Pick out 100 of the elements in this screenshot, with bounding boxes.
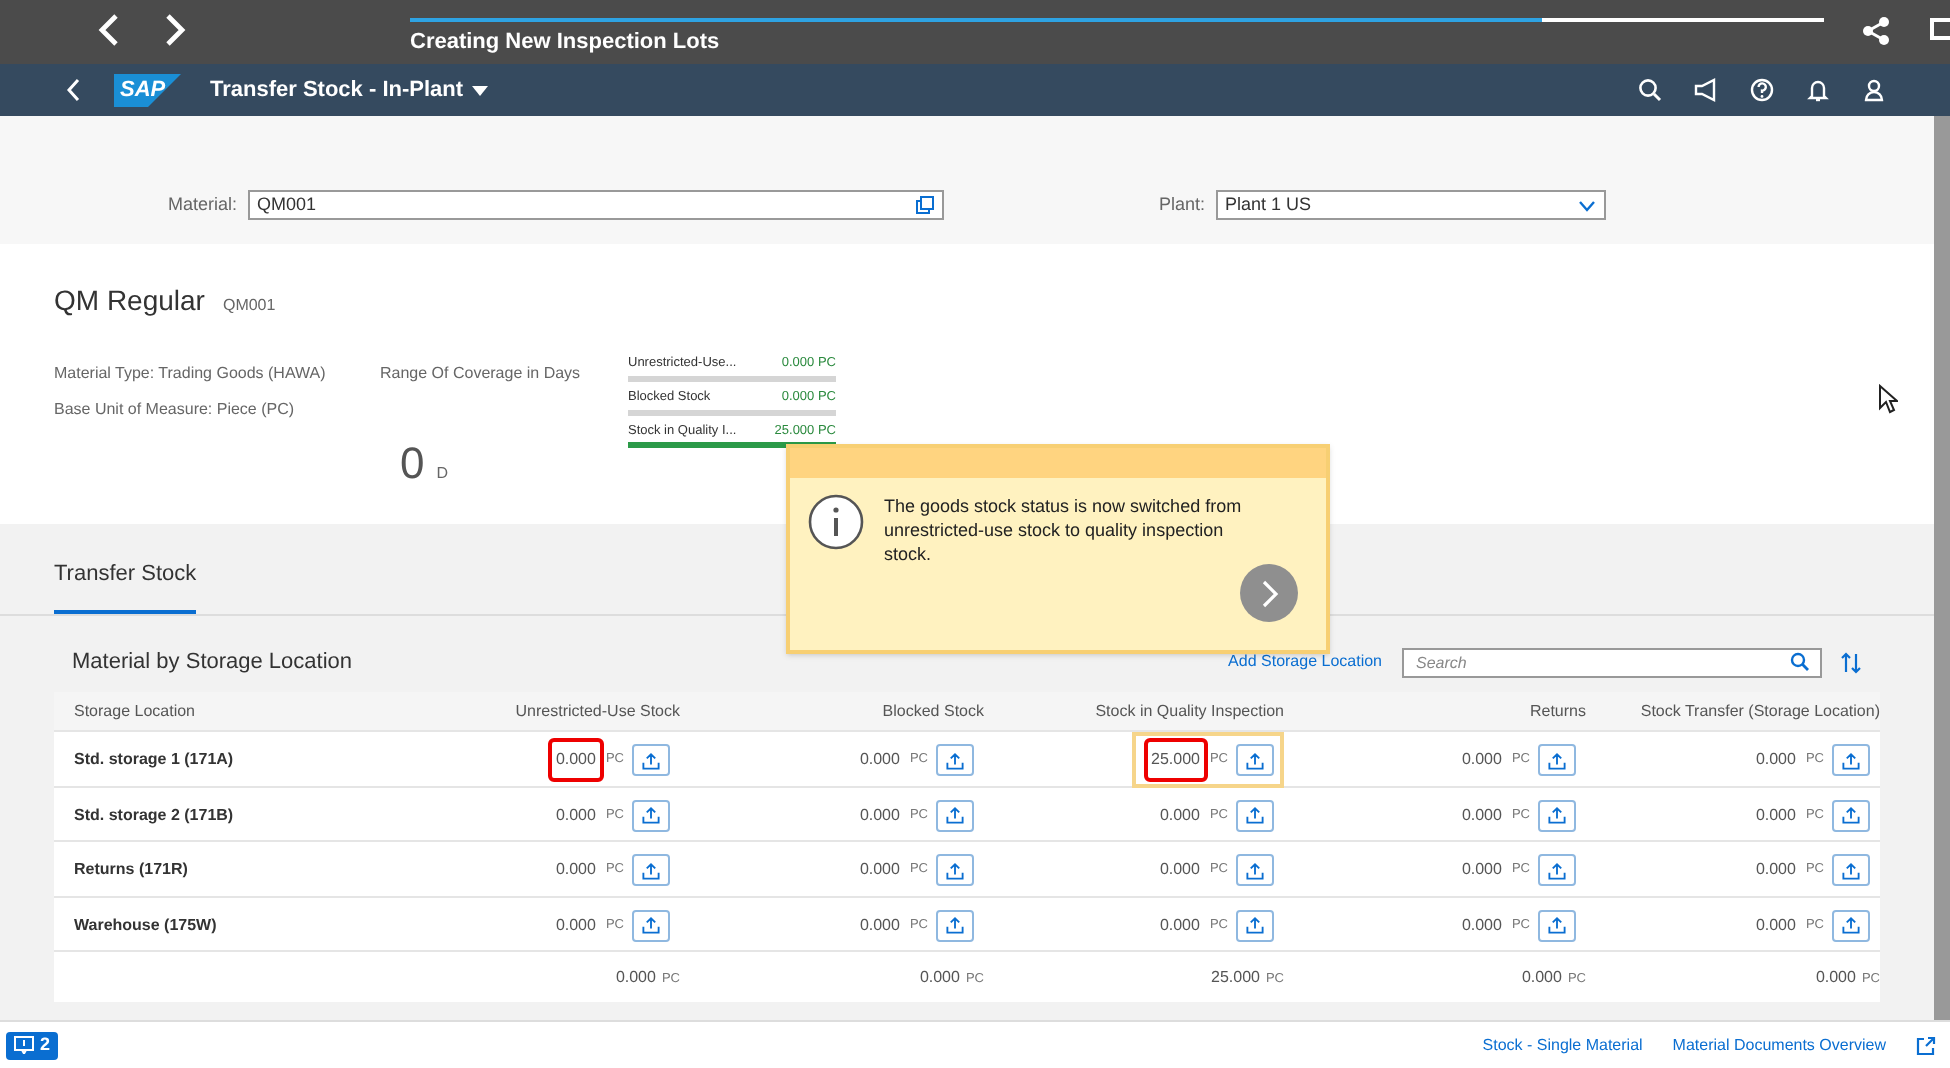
message-icon: [14, 1036, 34, 1054]
messages-button[interactable]: 2: [6, 1031, 59, 1059]
table-title: Material by Storage Location: [72, 647, 355, 678]
user-icon[interactable]: [1862, 78, 1886, 102]
transfer-button[interactable]: [632, 909, 670, 941]
info-icon: [808, 494, 864, 550]
transfer-button[interactable]: [1236, 799, 1274, 831]
transfer-button[interactable]: [1832, 909, 1870, 941]
transfer-button[interactable]: [632, 744, 670, 776]
app-title-menu[interactable]: Transfer Stock - In-Plant: [210, 73, 488, 107]
material-field[interactable]: QM001: [247, 190, 944, 220]
upload-icon: [1244, 859, 1266, 881]
column-header: Storage Location: [74, 699, 197, 723]
tab[interactable]: Transfer Stock: [54, 557, 197, 614]
quantity-value: 0.000: [1157, 803, 1202, 827]
callout-text: The goods stock status is now switched from unrestricted-use stock to quality inspection stock.: [884, 494, 1244, 566]
quantity-value: 0.000: [553, 913, 598, 937]
quantity-value: 25.000: [1143, 738, 1208, 782]
object-title: QM Regular: [54, 282, 205, 320]
transfer-button[interactable]: [1538, 854, 1576, 886]
location-name: Returns (171R): [74, 858, 190, 882]
column-header: Blocked Stock: [880, 699, 984, 723]
transfer-button[interactable]: [1236, 909, 1274, 941]
upload-icon: [1244, 804, 1266, 826]
transfer-button[interactable]: [1236, 744, 1274, 776]
location-name: Warehouse (175W): [74, 913, 219, 937]
quantity-value: 0.000: [1157, 913, 1202, 937]
field-label: Plant:: [1159, 191, 1206, 218]
transfer-button[interactable]: [1538, 909, 1576, 941]
upload-icon: [1546, 749, 1568, 771]
upload-icon: [1840, 804, 1862, 826]
quantity-value: 0.000: [553, 858, 598, 882]
transfer-button[interactable]: [936, 799, 974, 831]
megaphone-icon[interactable]: [1694, 78, 1718, 102]
quantity-value: 0.000: [1459, 913, 1504, 937]
cursor-icon: [1878, 384, 1898, 414]
upload-icon: [640, 804, 662, 826]
share-icon[interactable]: [1862, 16, 1890, 46]
external-link-icon[interactable]: [1916, 1035, 1936, 1055]
quantity-value: 0.000: [547, 738, 604, 782]
transfer-button[interactable]: [936, 854, 974, 886]
column-header: Unrestricted-Use Stock: [513, 699, 680, 723]
search-icon[interactable]: [1638, 78, 1662, 102]
upload-icon: [944, 804, 966, 826]
transfer-button[interactable]: [632, 854, 670, 886]
monitor-icon[interactable]: [1930, 18, 1950, 42]
footer-link[interactable]: Stock - Single Material: [1482, 1033, 1643, 1057]
quantity-value: 0.000: [857, 803, 902, 827]
upload-icon: [1840, 749, 1862, 771]
upload-icon: [944, 859, 966, 881]
footer-link[interactable]: Material Documents Overview: [1672, 1033, 1886, 1057]
transfer-button[interactable]: [632, 799, 670, 831]
kpi-value: 0: [400, 436, 425, 492]
upload-icon: [1546, 914, 1568, 936]
chevron-right-icon: [1259, 579, 1279, 607]
sort-icon[interactable]: [1840, 651, 1862, 673]
help-icon[interactable]: [1750, 78, 1774, 102]
total-value: 0.000: [1815, 965, 1856, 989]
add-location-link[interactable]: Add Storage Location: [1228, 650, 1382, 674]
transfer-button[interactable]: [936, 744, 974, 776]
bell-icon[interactable]: [1806, 78, 1830, 102]
quantity-value: 0.000: [857, 748, 902, 772]
column-header: Stock Transfer (Storage Location): [1638, 699, 1880, 723]
location-name: Std. storage 1 (171A): [74, 748, 236, 772]
field-label: Material:: [168, 191, 238, 218]
upload-icon: [1840, 859, 1862, 881]
plant-select[interactable]: Plant 1 US: [1215, 190, 1606, 220]
column-header: Stock in Quality Inspection: [1093, 699, 1284, 723]
back-icon[interactable]: [66, 78, 82, 102]
quantity-value: 0.000: [1459, 803, 1504, 827]
quantity-value: 0.000: [857, 858, 902, 882]
upload-icon: [1546, 804, 1568, 826]
transfer-button[interactable]: [1236, 854, 1274, 886]
value-help-icon[interactable]: [915, 196, 934, 214]
quantity-value: 0.000: [1753, 913, 1798, 937]
tour-title: Creating New Inspection Lots: [410, 28, 720, 58]
caret-icon: [471, 85, 488, 95]
transfer-button[interactable]: [1832, 744, 1870, 776]
quantity-value: 0.000: [1459, 748, 1504, 772]
chevron-down-icon[interactable]: [1577, 199, 1596, 211]
location-name: Std. storage 2 (171B): [74, 803, 236, 827]
attribute-text: Material Type: Trading Goods (HAWA): [54, 362, 326, 386]
next-button[interactable]: [1240, 564, 1298, 622]
quantity-value: 0.000: [1753, 858, 1798, 882]
column-header: Returns: [1527, 699, 1586, 723]
transfer-button[interactable]: [1832, 799, 1870, 831]
search-icon[interactable]: [1790, 652, 1810, 672]
quantity-value: 0.000: [1753, 803, 1798, 827]
transfer-button[interactable]: [1538, 799, 1576, 831]
transfer-button[interactable]: [936, 909, 974, 941]
transfer-button[interactable]: [1832, 854, 1870, 886]
transfer-button[interactable]: [1538, 744, 1576, 776]
upload-icon: [640, 859, 662, 881]
upload-icon: [1840, 914, 1862, 936]
upload-icon: [1244, 914, 1266, 936]
quantity-value: 0.000: [857, 913, 902, 937]
quantity-value: 0.000: [1157, 858, 1202, 882]
upload-icon: [1244, 749, 1266, 771]
search-field[interactable]: Search: [1402, 647, 1822, 677]
total-value: 0.000: [919, 965, 960, 989]
